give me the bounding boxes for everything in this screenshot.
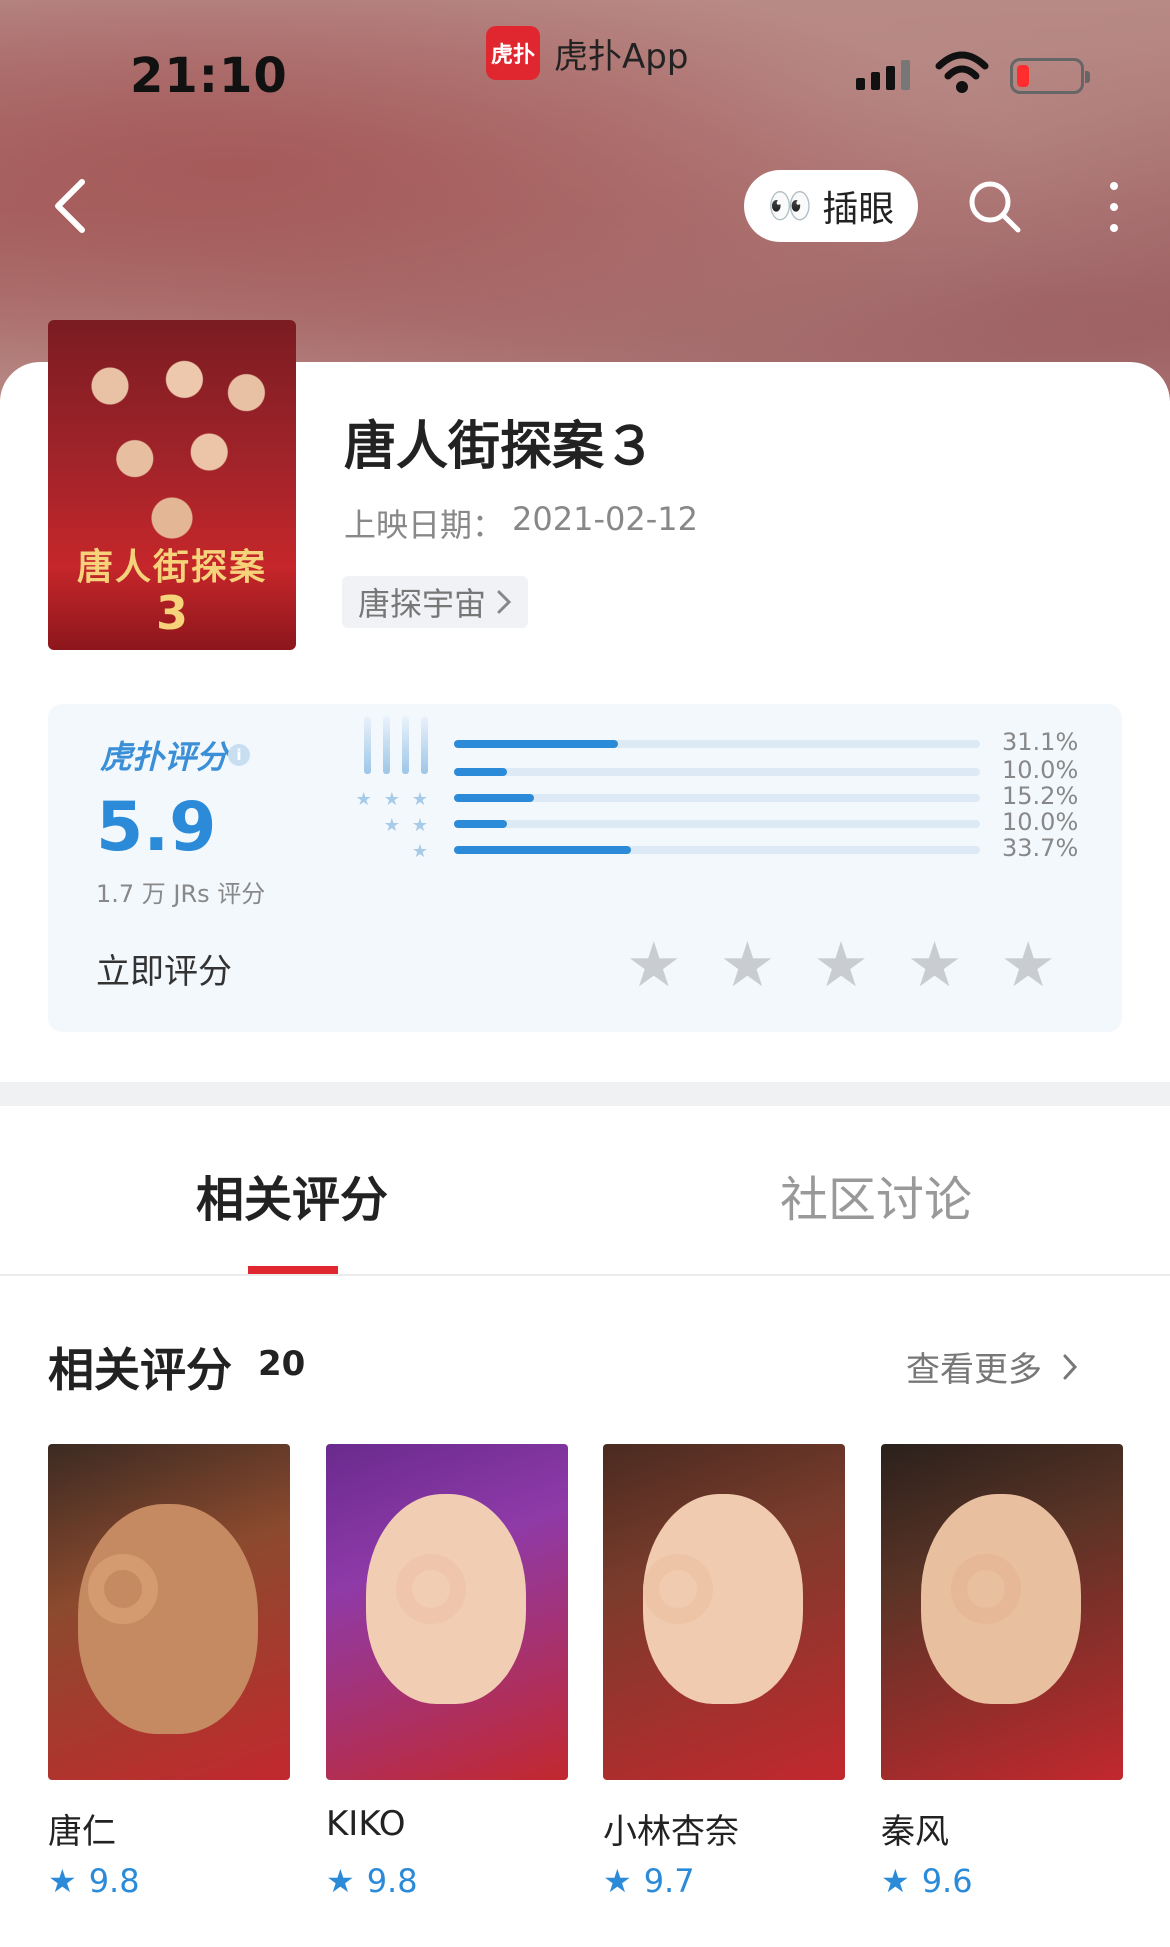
distribution-bar xyxy=(454,820,507,828)
peek-label: 插眼 xyxy=(822,189,895,230)
person-name: KIKO xyxy=(326,1804,406,1844)
person-name: 秦风 xyxy=(881,1812,949,1852)
person-score: ★ 9.6 xyxy=(881,1862,973,1900)
status-app-name: 虎扑App xyxy=(554,36,689,77)
cellular-signal-icon xyxy=(856,60,910,90)
distribution-bar xyxy=(454,740,618,748)
tab-divider xyxy=(0,1274,1170,1276)
five-star-bars-icon xyxy=(338,716,428,774)
chevron-right-icon xyxy=(497,590,512,614)
person-score: ★ 9.7 xyxy=(603,1862,695,1900)
rating-distribution-row: ★ 33.7% xyxy=(338,834,1128,864)
rating-count: 1.7 万 JRs 评分 xyxy=(96,880,266,908)
star-icon: ★ xyxy=(603,1862,632,1900)
rate-star-3-icon[interactable]: ★ xyxy=(813,934,869,996)
peek-button[interactable]: 👀 插眼 xyxy=(744,170,918,242)
chevron-right-icon xyxy=(1063,1354,1078,1379)
wifi-icon xyxy=(935,50,989,98)
more-options-button[interactable] xyxy=(1100,182,1128,232)
universe-tag-label: 唐探宇宙 xyxy=(358,585,487,623)
one-star-icon: ★ xyxy=(411,840,428,862)
poster-number-text: 3 xyxy=(155,586,188,640)
rating-panel: 虎扑评分® i 5.9 1.7 万 JRs 评分 立即评分 31.1% 10.0… xyxy=(48,704,1122,1032)
release-label: 上映日期： xyxy=(344,506,505,544)
star-icon: ★ xyxy=(48,1862,77,1900)
distribution-percent: 33.7% xyxy=(1002,834,1079,862)
star-icon: ★ xyxy=(881,1862,910,1900)
person-name: 小林杏奈 xyxy=(603,1812,739,1852)
section-title: 相关评分 xyxy=(48,1343,232,1397)
tab-related-ratings[interactable]: 相关评分 xyxy=(196,1160,388,1230)
poster-title-text: 唐人街探案 xyxy=(76,547,267,588)
person-photo xyxy=(881,1444,1123,1780)
release-date: 上映日期： 2021-02-12 xyxy=(344,500,698,546)
status-time: 21:10 xyxy=(130,48,288,104)
rate-now-label: 立即评分 xyxy=(96,952,232,992)
person-photo xyxy=(603,1444,845,1780)
rating-distribution-row: 31.1% xyxy=(338,716,1128,774)
back-button[interactable] xyxy=(50,176,90,236)
rating-score: 5.9 xyxy=(96,788,217,867)
rate-star-4-icon[interactable]: ★ xyxy=(907,934,963,996)
rate-star-2-icon[interactable]: ★ xyxy=(720,934,776,996)
distribution-percent: 31.1% xyxy=(1002,728,1079,756)
star-icon: ★ xyxy=(326,1862,355,1900)
rate-star-5-icon[interactable]: ★ xyxy=(1000,934,1056,996)
two-star-icon: ★ ★ xyxy=(383,814,428,836)
eyes-icon: 👀 xyxy=(767,186,813,227)
active-tab-indicator xyxy=(248,1266,338,1274)
three-star-icon: ★ ★ ★ xyxy=(355,788,428,810)
section-count: 20 xyxy=(258,1344,306,1384)
distribution-bar xyxy=(454,768,507,776)
person-card[interactable]: KIKO ★ 9.8 xyxy=(326,1444,568,1900)
see-more-label: 查看更多 xyxy=(906,1350,1042,1390)
movie-title: 唐人街探案３ xyxy=(344,417,657,477)
rate-star-1-icon[interactable]: ★ xyxy=(626,934,682,996)
hupu-logo-icon: 虎扑 xyxy=(486,26,540,80)
distribution-percent: 15.2% xyxy=(1002,782,1079,810)
section-divider xyxy=(0,1082,1170,1106)
search-button[interactable] xyxy=(966,178,1024,236)
search-icon xyxy=(969,181,1021,233)
person-photo xyxy=(326,1444,568,1780)
rate-stars: ★ ★ ★ ★ ★ xyxy=(626,934,1056,996)
rating-brand-logo: 虎扑评分® xyxy=(100,738,242,776)
tab-community-discussion[interactable]: 社区讨论 xyxy=(780,1160,972,1230)
person-score: ★ 9.8 xyxy=(326,1862,418,1900)
person-card[interactable]: 唐仁 ★ 9.8 xyxy=(48,1444,290,1900)
person-name: 唐仁 xyxy=(48,1812,116,1852)
distribution-bar xyxy=(454,794,534,802)
chevron-left-icon xyxy=(55,179,85,233)
movie-poster[interactable]: 唐人街探案 3 xyxy=(48,320,296,650)
distribution-percent: 10.0% xyxy=(1002,756,1079,784)
release-value: 2021-02-12 xyxy=(512,500,698,538)
person-score: ★ 9.8 xyxy=(48,1862,140,1900)
distribution-bar xyxy=(454,846,632,854)
four-star-icon xyxy=(338,760,428,786)
distribution-percent: 10.0% xyxy=(1002,808,1079,836)
more-dots-icon xyxy=(1110,182,1118,190)
info-icon[interactable]: i xyxy=(228,744,250,766)
person-card[interactable]: 秦风 ★ 9.6 xyxy=(881,1444,1123,1900)
see-more-link[interactable]: 查看更多 xyxy=(906,1342,1078,1391)
status-app-indicator[interactable]: 虎扑 虎扑App xyxy=(486,26,688,80)
person-photo xyxy=(48,1444,290,1780)
battery-icon xyxy=(1010,58,1090,94)
person-card[interactable]: 小林杏奈 ★ 9.7 xyxy=(603,1444,845,1900)
universe-tag-button[interactable]: 唐探宇宙 xyxy=(342,576,529,628)
